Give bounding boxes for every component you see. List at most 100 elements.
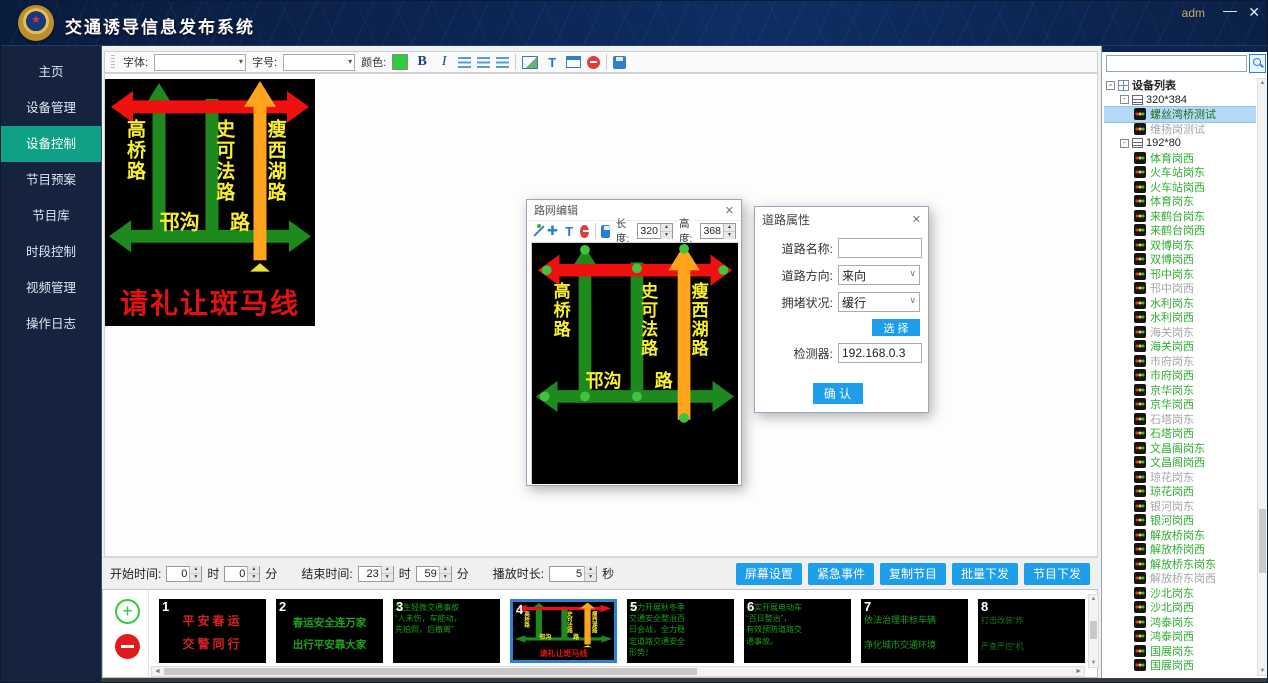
playlist-item[interactable]: 6扎实开展电动车“百日整治”，有效预防道路交通事故。 [744, 599, 851, 663]
action-button[interactable]: 批量下发 [952, 563, 1018, 585]
tree-device-item[interactable]: 海关岗东 [1104, 325, 1256, 340]
spin-down-icon[interactable]: ▼ [382, 574, 393, 581]
save-icon[interactable] [613, 56, 626, 69]
start-hour-spinner[interactable]: 0▲▼ [166, 566, 202, 582]
tree-device-item[interactable]: 沙北岗东 [1104, 586, 1256, 601]
playlist-horizontal-scrollbar[interactable]: ◄ ► [151, 666, 1085, 677]
select-button[interactable]: 选 择 [872, 319, 920, 336]
sidebar-item[interactable]: 节目预案 [1, 162, 101, 198]
spin-up-icon[interactable]: ▲ [190, 566, 201, 574]
playlist-item[interactable]: 2春运安全连万家出行平安靠大家 [276, 599, 383, 663]
sidebar-item[interactable]: 设备控制 [1, 126, 101, 162]
align-left-icon[interactable] [458, 57, 471, 68]
spin-up-icon[interactable]: ▲ [440, 566, 451, 574]
tree-group-item[interactable]: -320*384 [1104, 93, 1256, 108]
tree-device-item[interactable]: 石塔岗西 [1104, 426, 1256, 441]
end-hour-spinner[interactable]: 23▲▼ [358, 566, 394, 582]
tree-device-item[interactable]: 双博岗东 [1104, 238, 1256, 253]
move-icon[interactable]: ✚ [547, 223, 558, 239]
tree-device-item[interactable]: 来鹤台岗东 [1104, 209, 1256, 224]
close-button[interactable]: ✕ [1248, 4, 1260, 21]
device-search-input[interactable] [1106, 55, 1247, 72]
spin-down-icon[interactable]: ▼ [248, 574, 259, 581]
playlist-item[interactable]: 5大力开展秋冬季交通安全整治百日会战，全力稳定道路交通安全形势！ [627, 599, 734, 663]
sidebar-item[interactable]: 主页 [1, 54, 101, 90]
playlist-item[interactable]: 1平安春运交警同行 [159, 599, 266, 663]
italic-button[interactable]: I [436, 54, 452, 70]
traffic-sign-preview[interactable]: 请礼让斑马线 高桥路 史可法路 瘦西湖路 邗沟 路 [105, 79, 315, 326]
spin-up-icon[interactable]: ▲ [382, 566, 393, 574]
align-center-icon[interactable] [477, 57, 490, 68]
bold-button[interactable]: B [414, 54, 430, 70]
scrollbar-thumb[interactable] [1259, 509, 1266, 573]
tree-device-item[interactable]: 邗中岗东 [1104, 267, 1256, 282]
draw-road-icon[interactable] [532, 224, 541, 238]
tree-device-item[interactable]: 螺丝湾桥测试 [1104, 107, 1256, 122]
playlist-item[interactable]: 8打击改装“炸严查严控“机 [978, 599, 1085, 663]
playlist-item[interactable]: 7依法治理非标车辆净化城市交通环境 [861, 599, 968, 663]
add-program-button[interactable]: + [115, 599, 140, 624]
save-icon[interactable] [601, 225, 609, 238]
length-spinner[interactable]: 320▲▼ [637, 223, 673, 239]
tree-device-item[interactable]: 市府岗西 [1104, 368, 1256, 383]
close-icon[interactable]: ✕ [725, 204, 734, 217]
spin-down-icon[interactable]: ▼ [440, 574, 451, 581]
tree-device-item[interactable]: 解放桥岗东 [1104, 528, 1256, 543]
spin-down-icon[interactable]: ▼ [585, 574, 596, 581]
delete-icon[interactable] [580, 225, 588, 238]
playlist-item[interactable]: 4 请礼让斑马线 高桥路 史可法路 瘦西湖路 邗沟 路 [510, 599, 617, 663]
tree-scrollbar[interactable]: ▲ ▼ [1257, 78, 1268, 676]
scroll-right-icon[interactable]: ► [1075, 667, 1082, 676]
tree-device-item[interactable]: 文昌阁岗西 [1104, 455, 1256, 470]
insert-image-icon[interactable] [522, 56, 538, 69]
tree-device-item[interactable]: 鸿泰岗东 [1104, 615, 1256, 630]
tree-expander-icon[interactable]: - [1106, 81, 1115, 90]
tree-device-item[interactable]: 维扬岗测试 [1104, 122, 1256, 137]
tree-device-item[interactable]: 国展岗东 [1104, 644, 1256, 659]
scroll-up-icon[interactable]: ▲ [1258, 80, 1267, 86]
action-button[interactable]: 紧急事件 [808, 563, 874, 585]
tree-device-item[interactable]: 水利岗西 [1104, 310, 1256, 325]
tree-device-item[interactable]: 文昌阁岗东 [1104, 441, 1256, 456]
tree-expander-icon[interactable]: - [1120, 139, 1129, 148]
scroll-down-icon[interactable]: ▼ [1089, 660, 1098, 666]
tree-device-item[interactable]: 来鹤台岗西 [1104, 223, 1256, 238]
scrollbar-thumb[interactable] [1090, 621, 1097, 639]
confirm-button[interactable]: 确 认 [813, 383, 863, 404]
tree-device-item[interactable]: 解放桥岗西 [1104, 542, 1256, 557]
congestion-select[interactable]: 缓行∨ [838, 292, 920, 312]
tree-device-item[interactable]: 琼花岗西 [1104, 484, 1256, 499]
close-icon[interactable]: ✕ [912, 213, 921, 226]
tree-device-item[interactable]: 解放桥东岗西 [1104, 571, 1256, 586]
tree-device-item[interactable]: 解放桥东岗东 [1104, 557, 1256, 572]
tree-device-item[interactable]: 海关岗西 [1104, 339, 1256, 354]
tree-device-item[interactable]: 双博岗西 [1104, 252, 1256, 267]
tree-device-item[interactable]: 市府岗东 [1104, 354, 1256, 369]
tree-device-item[interactable]: 水利岗东 [1104, 296, 1256, 311]
font-size-select[interactable]: ▾ [283, 54, 355, 71]
road-direction-select[interactable]: 来向∨ [838, 265, 920, 285]
sidebar-item[interactable]: 设备管理 [1, 90, 101, 126]
tree-root-item[interactable]: -设备列表 [1104, 78, 1256, 93]
action-button[interactable]: 屏幕设置 [736, 563, 802, 585]
text-icon[interactable]: T [564, 224, 574, 239]
tree-device-item[interactable]: 京华岗西 [1104, 397, 1256, 412]
editor-canvas[interactable]: 高桥路 史可法路 瘦西湖路 邗沟 路 [531, 242, 737, 483]
spin-up-icon[interactable]: ▲ [248, 566, 259, 574]
tree-device-item[interactable]: 火车站岗西 [1104, 180, 1256, 195]
sidebar-item[interactable]: 时段控制 [1, 234, 101, 270]
font-select[interactable]: ▾ [154, 54, 246, 71]
insert-text-icon[interactable]: T [544, 55, 560, 70]
tree-device-item[interactable]: 银河岗西 [1104, 513, 1256, 528]
tree-device-item[interactable]: 火车站岗东 [1104, 165, 1256, 180]
align-right-icon[interactable] [496, 57, 509, 68]
end-minute-spinner[interactable]: 59▲▼ [416, 566, 452, 582]
screen-panel-icon[interactable] [566, 56, 581, 68]
remove-program-button[interactable] [115, 634, 140, 659]
tree-device-item[interactable]: 体育岗东 [1104, 194, 1256, 209]
tree-expander-icon[interactable]: - [1120, 95, 1129, 104]
tree-device-item[interactable]: 体育岗西 [1104, 151, 1256, 166]
action-button[interactable]: 复制节目 [880, 563, 946, 585]
playlist-item[interactable]: 3发生轻微交通事故“人未伤，车能动，先拍照，后撤离” [393, 599, 500, 663]
spin-up-icon[interactable]: ▲ [661, 224, 672, 232]
